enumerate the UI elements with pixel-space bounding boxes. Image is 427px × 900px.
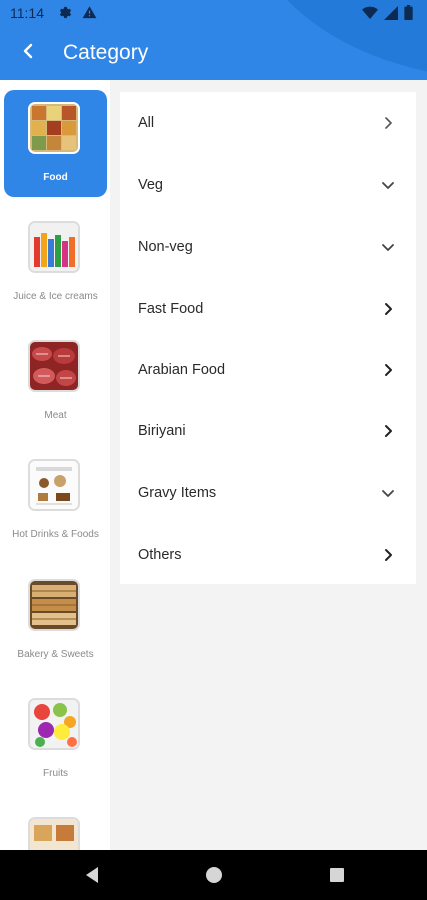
category-label: Bakery & Sweets <box>17 649 94 660</box>
juice-thumbnail <box>28 221 80 273</box>
warning-icon <box>82 5 97 23</box>
food-thumbnail <box>28 102 80 154</box>
chevron-right-icon <box>380 423 396 439</box>
subcategory-row-arabian-food[interactable]: Arabian Food <box>120 339 416 400</box>
chevron-right-icon <box>380 362 396 378</box>
status-time: 11:14 <box>10 5 44 21</box>
category-item-fruits[interactable]: Fruits <box>4 686 107 793</box>
subcategory-label: Gravy Items <box>138 484 217 501</box>
subcategory-row-all[interactable]: All <box>120 92 416 153</box>
subcategory-row-gravy-items[interactable]: Gravy Items <box>120 462 416 523</box>
app-bar: Category <box>0 26 427 80</box>
subcategory-label: Arabian Food <box>138 361 226 378</box>
subcategory-row-non-veg[interactable]: Non-veg <box>120 216 416 277</box>
home-circle-icon[interactable] <box>202 863 226 887</box>
subcategory-row-veg[interactable]: Veg <box>120 154 416 215</box>
category-label: Fruits <box>43 768 68 779</box>
category-item-juice[interactable]: Juice & Ice creams <box>4 209 107 316</box>
category-item-more[interactable] <box>4 805 107 850</box>
more-thumbnail <box>28 817 80 850</box>
meat-thumbnail <box>28 340 80 392</box>
status-bar: 11:14 <box>0 0 427 26</box>
category-item-bakery[interactable]: Bakery & Sweets <box>4 567 107 674</box>
subcategory-row-biriyani[interactable]: Biriyani <box>120 400 416 461</box>
category-item-meat[interactable]: Meat <box>4 328 107 435</box>
back-button[interactable] <box>8 33 48 73</box>
bakery-thumbnail <box>28 579 80 631</box>
category-label: Juice & Ice creams <box>13 291 98 302</box>
chevron-down-icon <box>380 485 396 501</box>
category-sidebar[interactable]: Food Juice & Ice creams Meat Hot Drinks … <box>0 80 110 850</box>
subcategory-label: Biriyani <box>138 422 186 439</box>
fruits-thumbnail <box>28 698 80 750</box>
subcategory-label: All <box>138 114 155 131</box>
subcategory-list: All Veg Non-veg Fast Food Arabian Food B… <box>120 92 416 584</box>
chevron-right-icon <box>380 115 396 131</box>
chevron-right-icon <box>380 547 396 563</box>
subcategory-row-fast-food[interactable]: Fast Food <box>120 278 416 339</box>
wifi-icon <box>362 6 378 23</box>
category-item-food[interactable]: Food <box>4 90 107 197</box>
category-item-hot-drinks[interactable]: Hot Drinks & Foods <box>4 447 107 554</box>
page-title: Category <box>63 41 149 64</box>
chevron-down-icon <box>380 239 396 255</box>
system-nav-bar <box>0 850 427 900</box>
category-label: Hot Drinks & Foods <box>12 529 99 540</box>
subcategory-label: Others <box>138 546 182 563</box>
back-arrow-icon <box>20 43 36 64</box>
subcategory-label: Fast Food <box>138 300 204 317</box>
subcategory-label: Veg <box>138 176 163 193</box>
category-label: Meat <box>44 410 67 421</box>
chevron-right-icon <box>380 301 396 317</box>
recents-square-icon[interactable] <box>325 863 349 887</box>
hot-drinks-thumbnail <box>28 459 80 511</box>
chevron-down-icon <box>380 177 396 193</box>
app-header: 11:14 Category <box>0 0 427 80</box>
back-triangle-icon[interactable] <box>80 863 104 887</box>
subcategory-label: Non-veg <box>138 238 193 255</box>
subcategory-row-others[interactable]: Others <box>120 524 416 585</box>
gear-icon <box>58 5 73 23</box>
signal-icon <box>384 5 398 23</box>
battery-icon <box>404 5 413 23</box>
category-label: Food <box>43 172 68 183</box>
